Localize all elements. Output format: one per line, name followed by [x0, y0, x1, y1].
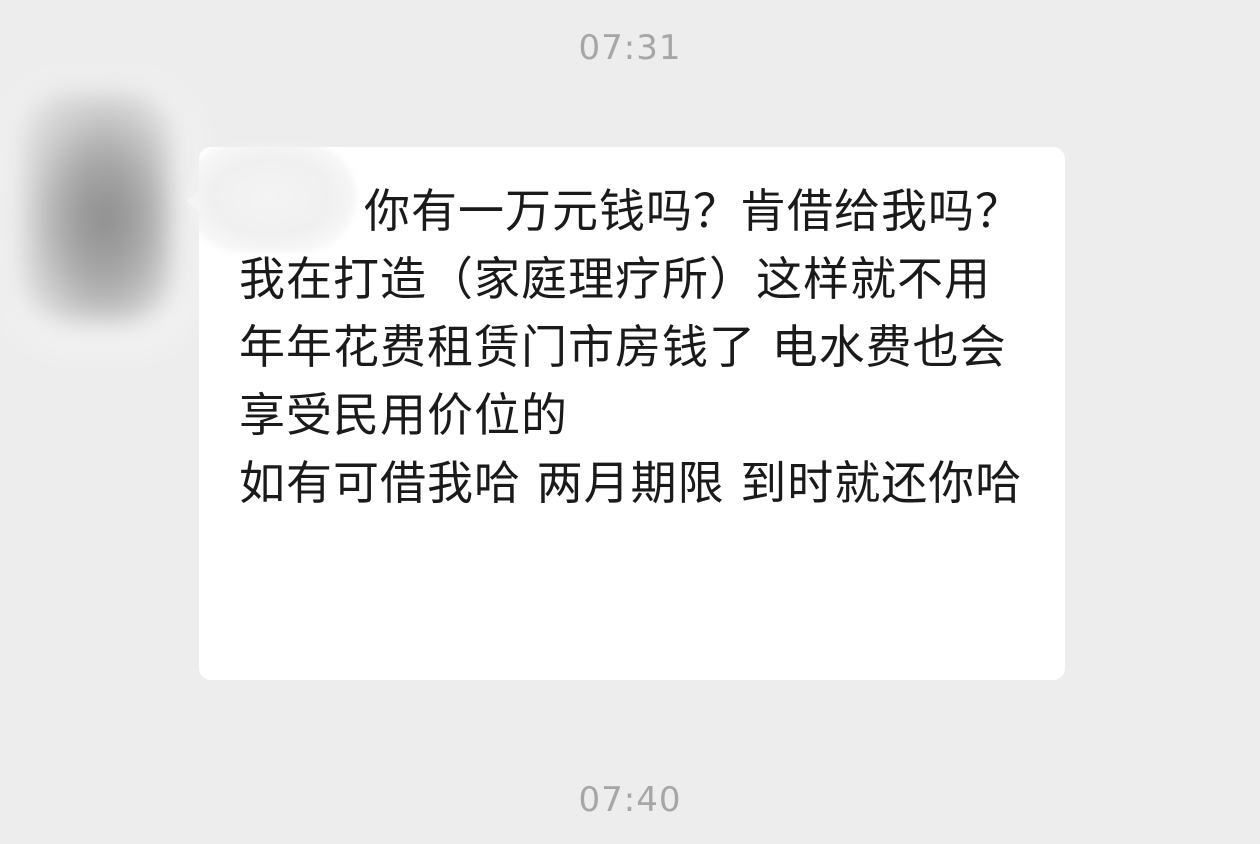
- timestamp-bottom: 07:40: [578, 780, 682, 820]
- timestamp-top: 07:31: [578, 28, 682, 68]
- message-text: 你有一万元钱吗？肯借给我吗？ 我在打造（家庭理疗所）这样就不用年年花费租赁门市房…: [239, 184, 1023, 510]
- blurred-avatar-icon[interactable]: [22, 92, 172, 322]
- blurred-mention: [186, 142, 356, 252]
